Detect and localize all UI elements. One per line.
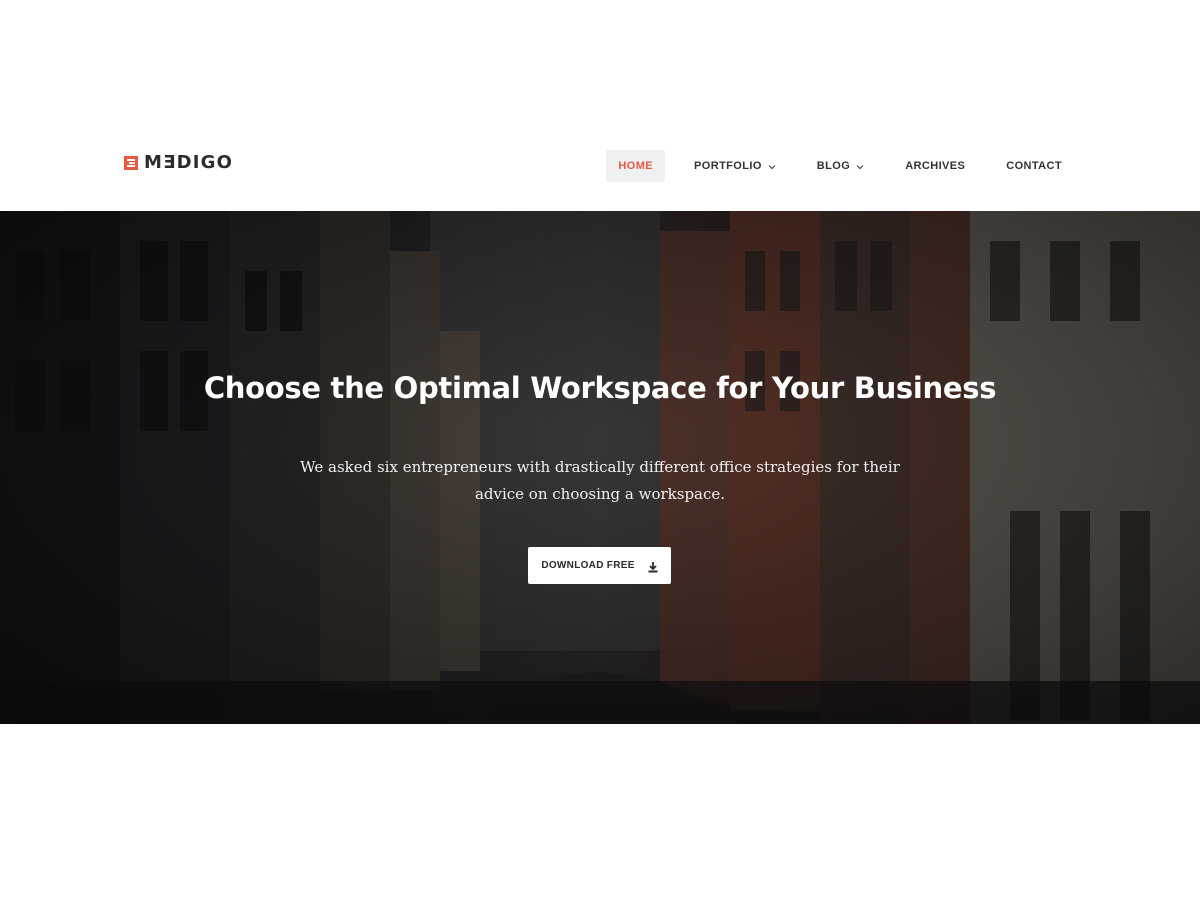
chevron-down-icon — [856, 162, 864, 170]
hero-subtitle: We asked six entrepreneurs with drastica… — [300, 458, 900, 503]
nav-item-home[interactable]: HOME — [606, 150, 666, 182]
logo[interactable]: MƎDIGO — [124, 154, 233, 172]
download-icon — [648, 560, 658, 573]
download-free-button[interactable]: DOWNLOAD FREE — [528, 547, 671, 584]
download-button-label: DOWNLOAD FREE — [541, 560, 635, 571]
hero-title: Choose the Optimal Workspace for Your Bu… — [203, 371, 997, 405]
nav-item-label: CONTACT — [1006, 160, 1062, 172]
medigo-logo-icon — [124, 156, 138, 170]
chevron-down-icon — [768, 162, 776, 170]
nav-item-blog[interactable]: BLOG — [805, 150, 876, 182]
nav-item-portfolio[interactable]: PORTFOLIO — [682, 150, 788, 182]
nav-item-label: PORTFOLIO — [694, 160, 762, 172]
nav-item-label: BLOG — [816, 160, 851, 172]
site-header: MƎDIGO HOME PORTFOLIO BLOG ARCHIVES CONT… — [0, 130, 1200, 200]
page: MƎDIGO HOME PORTFOLIO BLOG ARCHIVES CONT… — [0, 0, 1200, 900]
nav-item-archives[interactable]: ARCHIVES — [893, 150, 977, 182]
nav-item-label: HOME — [618, 160, 654, 172]
hero-banner: Choose the Optimal Workspace for Your Bu… — [0, 211, 1200, 724]
nav-item-contact[interactable]: CONTACT — [994, 150, 1074, 182]
brand-name: MƎDIGO — [144, 152, 234, 173]
nav-item-label: ARCHIVES — [905, 160, 966, 172]
main-nav: HOME PORTFOLIO BLOG ARCHIVES CONTACT — [606, 150, 1074, 182]
